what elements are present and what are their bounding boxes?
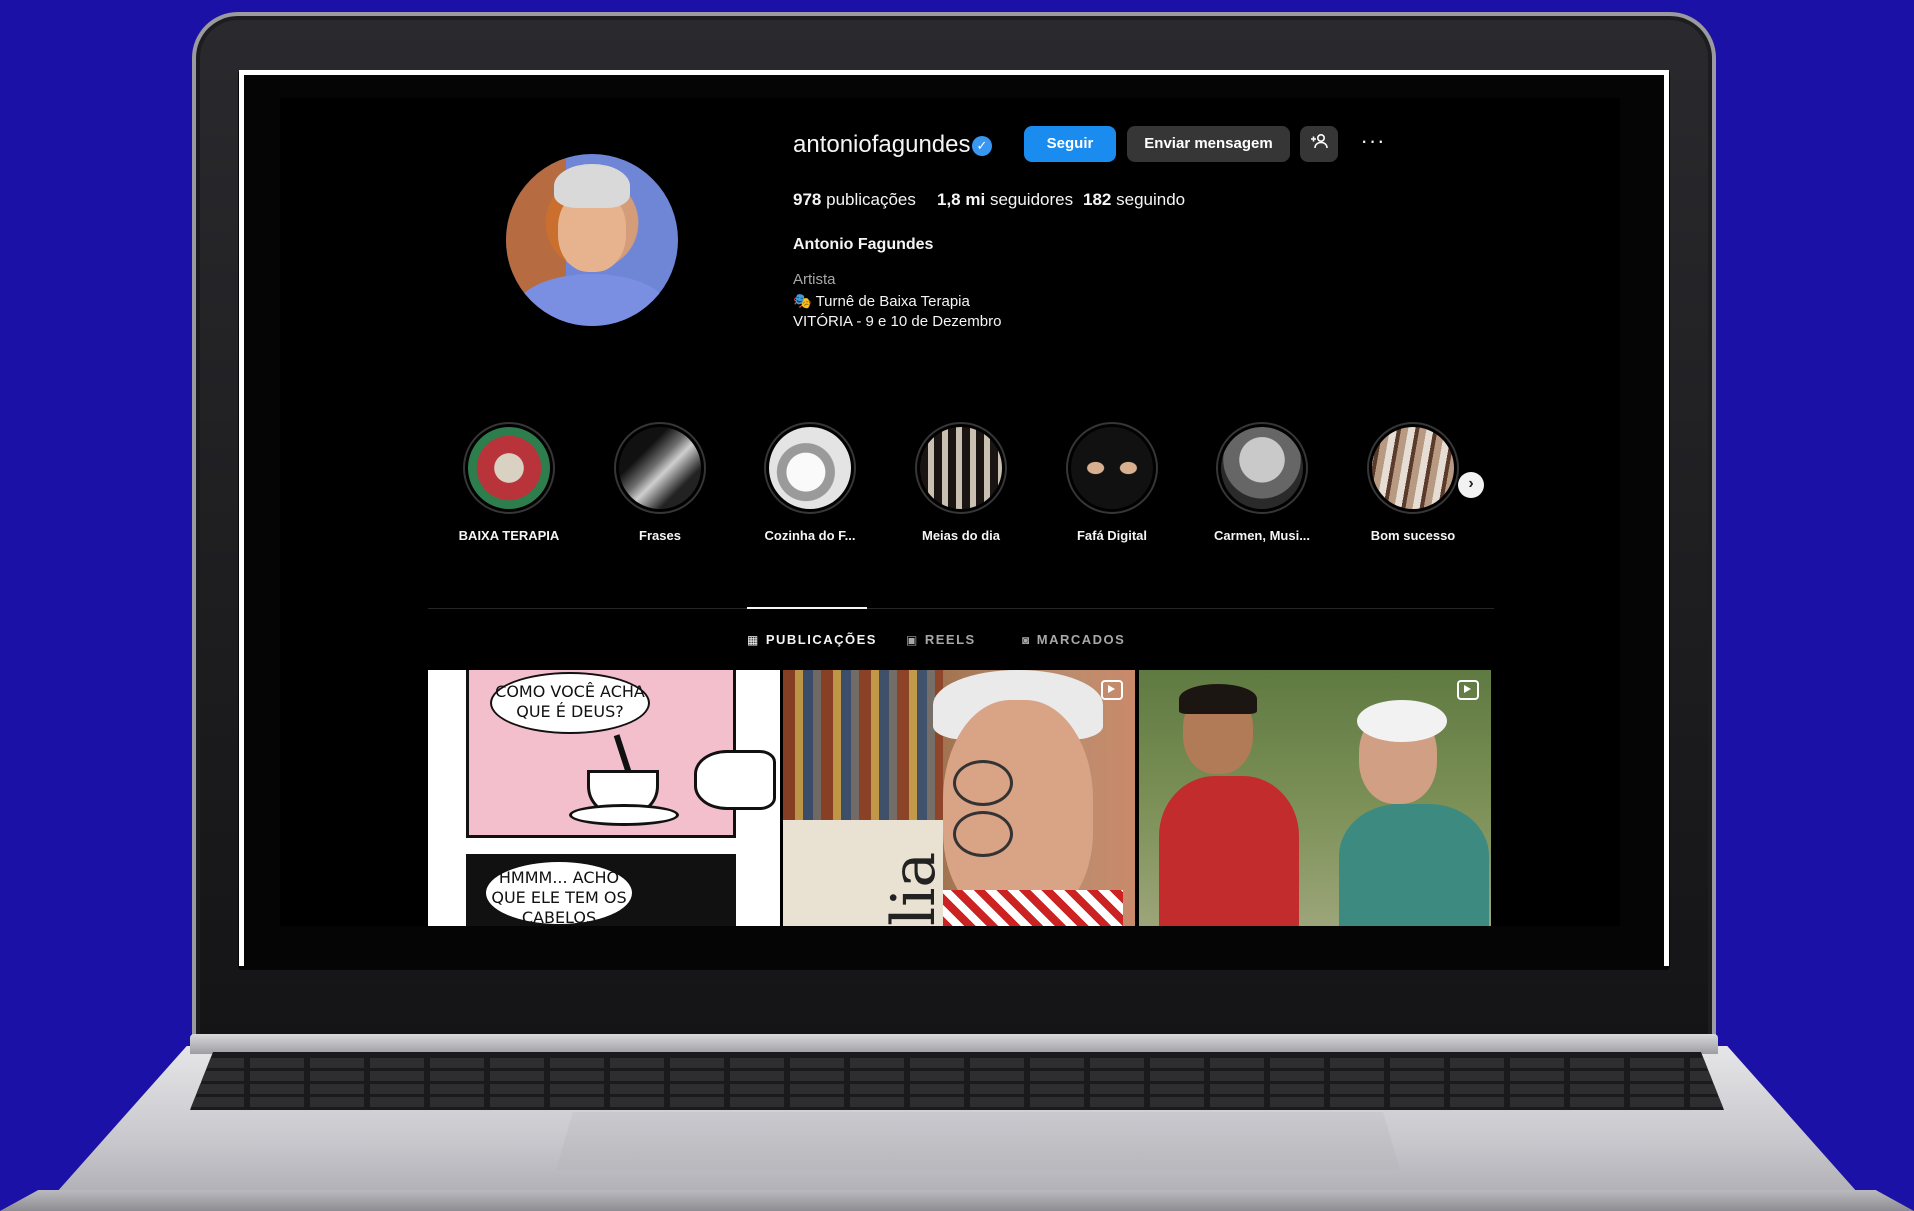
laptop-base-edge [0,1190,1914,1211]
tagged-icon: ◙ [1022,633,1031,647]
highlight-cover [1071,427,1153,509]
highlights-next-arrow-icon[interactable]: › [1458,472,1484,498]
trackpad [556,1112,1400,1170]
highlight-label: Carmen, Musi... [1213,528,1311,543]
comic-speech-bubble: HMMM... ACHO QUE ELE TEM OS CABELOS BRAN… [484,860,634,926]
reel-icon [1457,680,1479,700]
profile-full-name: Antonio Fagundes [793,236,934,253]
highlight-cover [619,427,701,509]
instagram-profile-screen: antoniofagundes ✓ Seguir Enviar mensagem… [280,98,1620,926]
tab-posts[interactable]: ▦ PUBLICAÇÕES [747,632,877,647]
profile-bio-line: VITÓRIA - 9 e 10 de Dezembro [793,313,1002,330]
highlight-meias-do-dia[interactable]: Meias do dia [906,422,1016,543]
stat-followers[interactable]: 1,8 mi seguidores [937,190,1073,210]
profile-avatar[interactable] [506,154,678,326]
comic-speech-bubble: COMO VOCÊ ACHA QUE É DEUS? [490,672,650,734]
highlight-cover [1221,427,1303,509]
tab-reels[interactable]: ▣ REELS [906,632,976,647]
highlight-cover [1372,427,1454,509]
tabs-divider [428,608,1494,609]
book-title-text: lia [879,851,949,926]
highlight-label: Cozinha do F... [764,528,856,543]
highlight-fafa-digital[interactable]: Fafá Digital [1057,422,1167,543]
highlight-cozinha[interactable]: Cozinha do F... [755,422,865,543]
laptop-hinge [190,1034,1718,1054]
highlight-label: Bom sucesso [1370,528,1456,543]
profile-bio-line: 🎭 Turnê de Baixa Terapia [793,293,970,310]
highlight-frases[interactable]: Frases [605,422,715,543]
grid-icon: ▦ [747,633,760,647]
stat-posts: 978 publicações [793,190,916,209]
highlight-carmen[interactable]: Carmen, Musi... [1207,422,1317,543]
highlight-cover [920,427,1002,509]
highlight-label: Meias do dia [921,528,1001,543]
active-tab-indicator [747,607,867,609]
follow-button[interactable]: Seguir [1024,126,1116,162]
tab-tagged[interactable]: ◙ MARCADOS [1022,632,1125,647]
highlight-bom-sucesso[interactable]: Bom sucesso [1358,422,1468,543]
highlight-cover [769,427,851,509]
post-thumbnail[interactable]: lia [783,670,1135,926]
highlight-cover [468,427,550,509]
keyboard [190,1052,1724,1110]
reel-icon [1101,680,1123,700]
send-message-button[interactable]: Enviar mensagem [1127,126,1290,162]
reels-icon: ▣ [906,633,919,647]
highlight-baixa-terapia[interactable]: BAIXA TERAPIA [454,422,564,543]
post-thumbnail[interactable] [1139,670,1491,926]
profile-username: antoniofagundes [793,131,971,158]
add-person-icon [1311,133,1328,149]
highlight-label: Fafá Digital [1076,528,1148,543]
post-thumbnail[interactable]: COMO VOCÊ ACHA QUE É DEUS? HMMM... ACHO … [428,670,780,926]
highlight-label: Frases [639,528,681,543]
profile-category: Artista [793,271,836,288]
suggest-accounts-button[interactable] [1300,126,1338,162]
more-options-icon[interactable]: ··· [1358,126,1388,162]
verified-badge-icon: ✓ [972,136,992,156]
highlight-label: BAIXA TERAPIA [458,528,560,543]
stat-following[interactable]: 182 seguindo [1083,190,1185,210]
